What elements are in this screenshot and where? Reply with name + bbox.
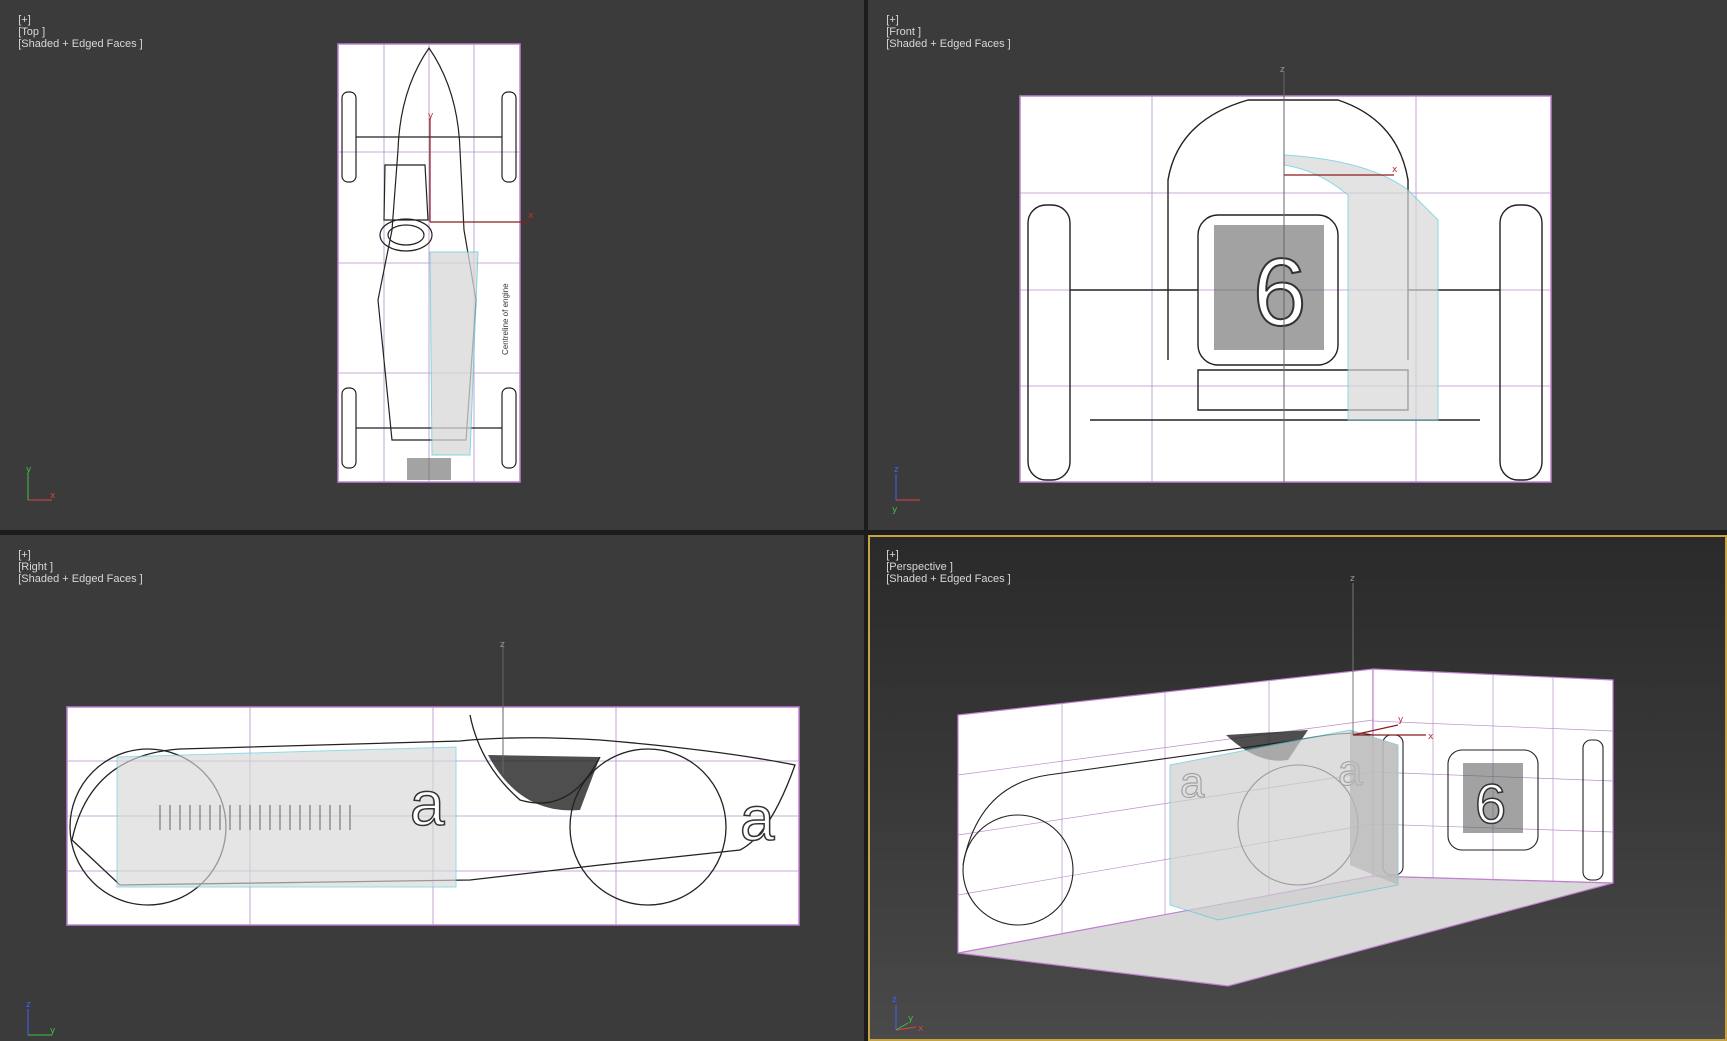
svg-text:z: z [894, 465, 899, 475]
grille-number-persp: 6 [1475, 772, 1506, 835]
viewport-front[interactable]: [+] [Front ] [Shaded + Edged Faces ] 6 z… [868, 0, 1727, 530]
engine-note: Centreline of engine [501, 283, 510, 355]
perspective-scene[interactable]: 6 a a z x y z y x [868, 535, 1727, 1041]
svg-text:x: x [528, 211, 534, 221]
viewport-right[interactable]: [+] [Right ] [Shaded + Edged Faces ] a a… [0, 535, 864, 1041]
right-scene[interactable]: a a z z y [0, 535, 864, 1041]
svg-text:y: y [908, 1014, 914, 1024]
top-blueprint-plane[interactable]: Centreline of engine [337, 43, 521, 483]
svg-text:z: z [500, 640, 505, 650]
car-number-tail: a [740, 785, 775, 854]
axis-tripod-icon: z y x [892, 995, 924, 1034]
viewport-top[interactable]: [+] [Top ] [Shaded + Edged Faces ] Centr [0, 0, 864, 530]
perspective-blueprint-planes[interactable]: 6 a a [957, 668, 1614, 987]
svg-text:z: z [1280, 65, 1285, 75]
front-blueprint-plane[interactable]: 6 [1019, 95, 1552, 483]
axis-tripod-icon: z y [26, 1000, 56, 1036]
svg-text:y: y [892, 505, 898, 515]
axis-tripod-icon: z y [892, 465, 920, 515]
svg-text:z: z [892, 995, 897, 1005]
svg-text:y: y [50, 1026, 56, 1036]
svg-text:z: z [26, 1000, 31, 1010]
svg-text:z: z [1350, 574, 1355, 584]
svg-text:y: y [26, 465, 32, 475]
svg-text:x: x [918, 1024, 924, 1034]
svg-text:x: x [1392, 165, 1398, 175]
car-number-side: a [410, 770, 445, 839]
selected-body-mesh[interactable] [1169, 729, 1399, 921]
axis-tripod-icon: y x [26, 465, 56, 501]
front-scene[interactable]: 6 z x z y [868, 0, 1727, 530]
svg-text:x: x [50, 491, 56, 501]
viewport-perspective[interactable]: [+] [Perspective ] [Shaded + Edged Faces… [868, 535, 1727, 1041]
svg-text:x: x [1428, 732, 1434, 742]
top-scene[interactable]: Centreline of engine x y y x [0, 0, 864, 530]
grille-number: 6 [1253, 239, 1306, 346]
svg-text:y: y [428, 111, 434, 121]
svg-text:y: y [1398, 715, 1404, 725]
right-blueprint-plane[interactable]: a a [66, 706, 800, 926]
